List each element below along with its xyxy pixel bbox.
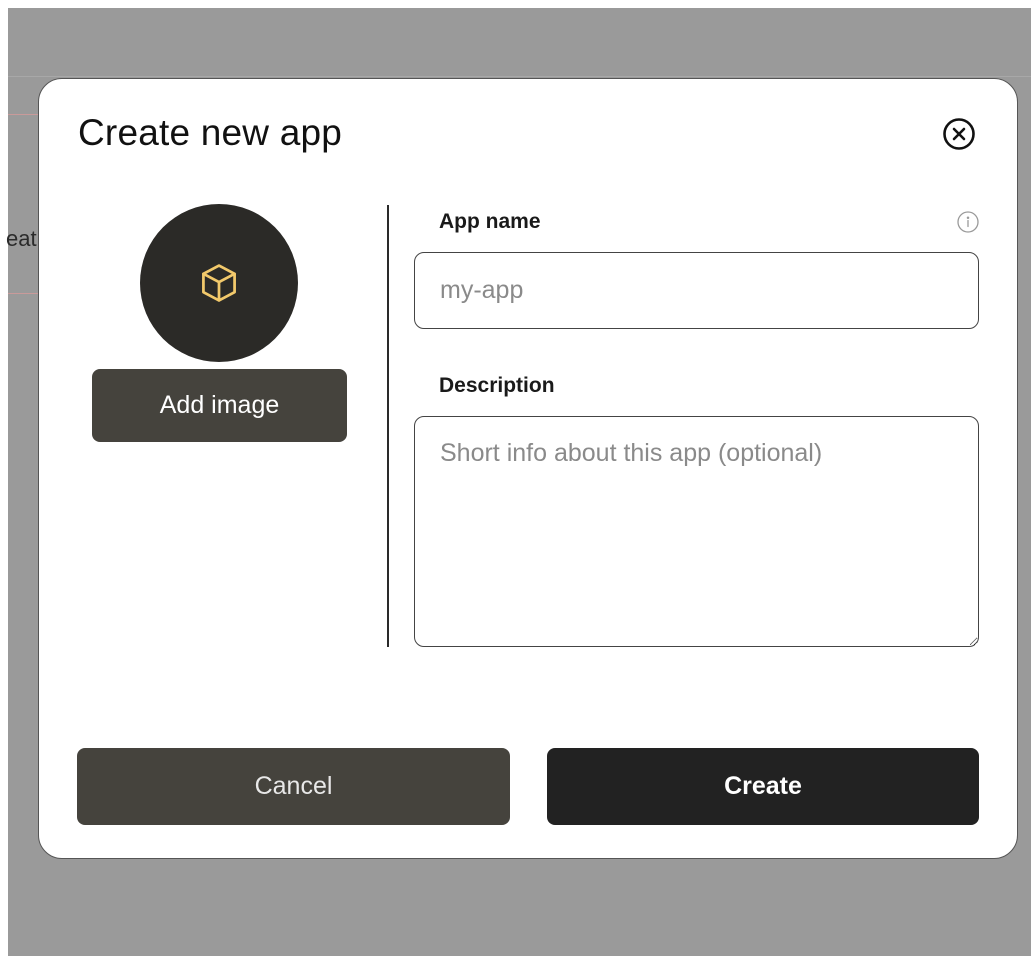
background-header-divider [8, 76, 1031, 77]
description-label: Description [439, 374, 555, 397]
description-textarea[interactable] [414, 416, 979, 647]
app-name-label: App name [439, 210, 541, 233]
page-left-edge [0, 0, 8, 956]
app-avatar [140, 204, 298, 362]
cube-icon [202, 264, 236, 302]
cancel-button[interactable]: Cancel [77, 748, 510, 825]
close-button[interactable] [942, 117, 976, 151]
app-name-input[interactable] [414, 252, 979, 329]
vertical-divider [387, 205, 389, 647]
create-button[interactable]: Create [547, 748, 979, 825]
dialog-title: Create new app [78, 112, 343, 153]
info-icon[interactable] [956, 210, 980, 234]
add-image-button[interactable]: Add image [92, 369, 347, 442]
create-app-dialog: Create new app Add image App name Descri… [38, 78, 1018, 859]
background-partial-text: eat [6, 226, 37, 251]
close-circle-icon [943, 118, 975, 150]
page-top-edge [0, 0, 1031, 8]
